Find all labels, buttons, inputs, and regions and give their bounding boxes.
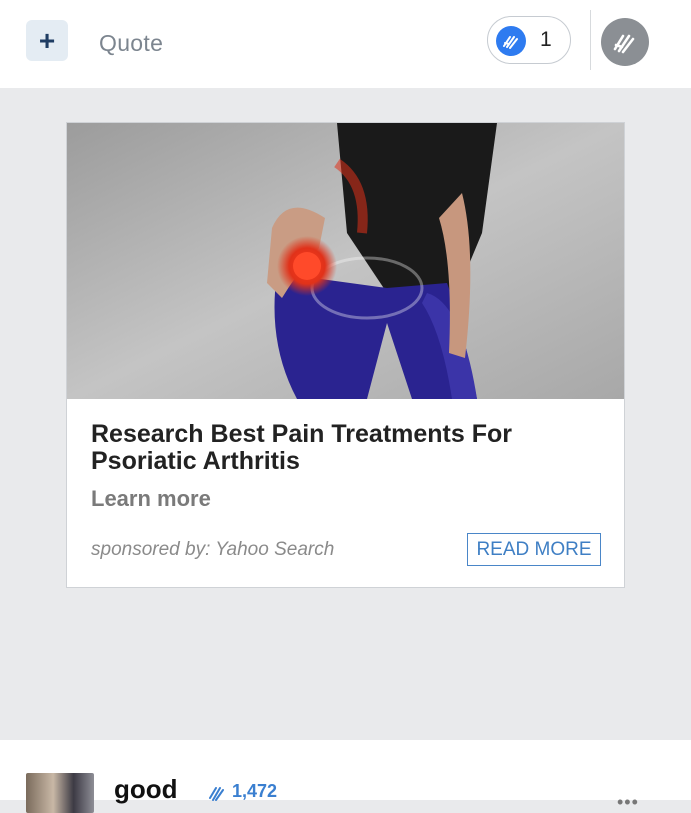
learn-more-link[interactable]: Learn more [91, 486, 211, 512]
post-username[interactable]: good [114, 774, 178, 805]
quote-tab[interactable]: Quote [99, 30, 163, 57]
post-score: 1,472 [208, 781, 277, 802]
like-count: 1 [540, 28, 552, 51]
top-bar: + Quote 1 [0, 0, 691, 88]
read-more-button[interactable]: READ MORE [467, 533, 601, 566]
sponsored-ad-card[interactable]: Research Best Pain Treatments For Psoria… [66, 122, 625, 588]
post-header: good 1,472 ••• [0, 740, 691, 813]
ad-title[interactable]: Research Best Pain Treatments For Psoria… [91, 421, 591, 475]
divider [590, 10, 591, 70]
like-count-button[interactable]: 1 [487, 16, 571, 64]
profile-avatar[interactable] [601, 18, 649, 66]
score-value: 1,472 [232, 781, 278, 801]
hand-icon [496, 26, 526, 56]
plus-icon: + [38, 24, 56, 56]
hand-icon [209, 786, 224, 801]
hand-icon [613, 34, 635, 54]
more-options-icon[interactable]: ••• [617, 792, 639, 813]
add-button[interactable]: + [26, 20, 68, 61]
sponsor-label: sponsored by: Yahoo Search [91, 539, 335, 560]
post-avatar[interactable] [26, 773, 94, 813]
ad-image[interactable] [67, 123, 624, 399]
